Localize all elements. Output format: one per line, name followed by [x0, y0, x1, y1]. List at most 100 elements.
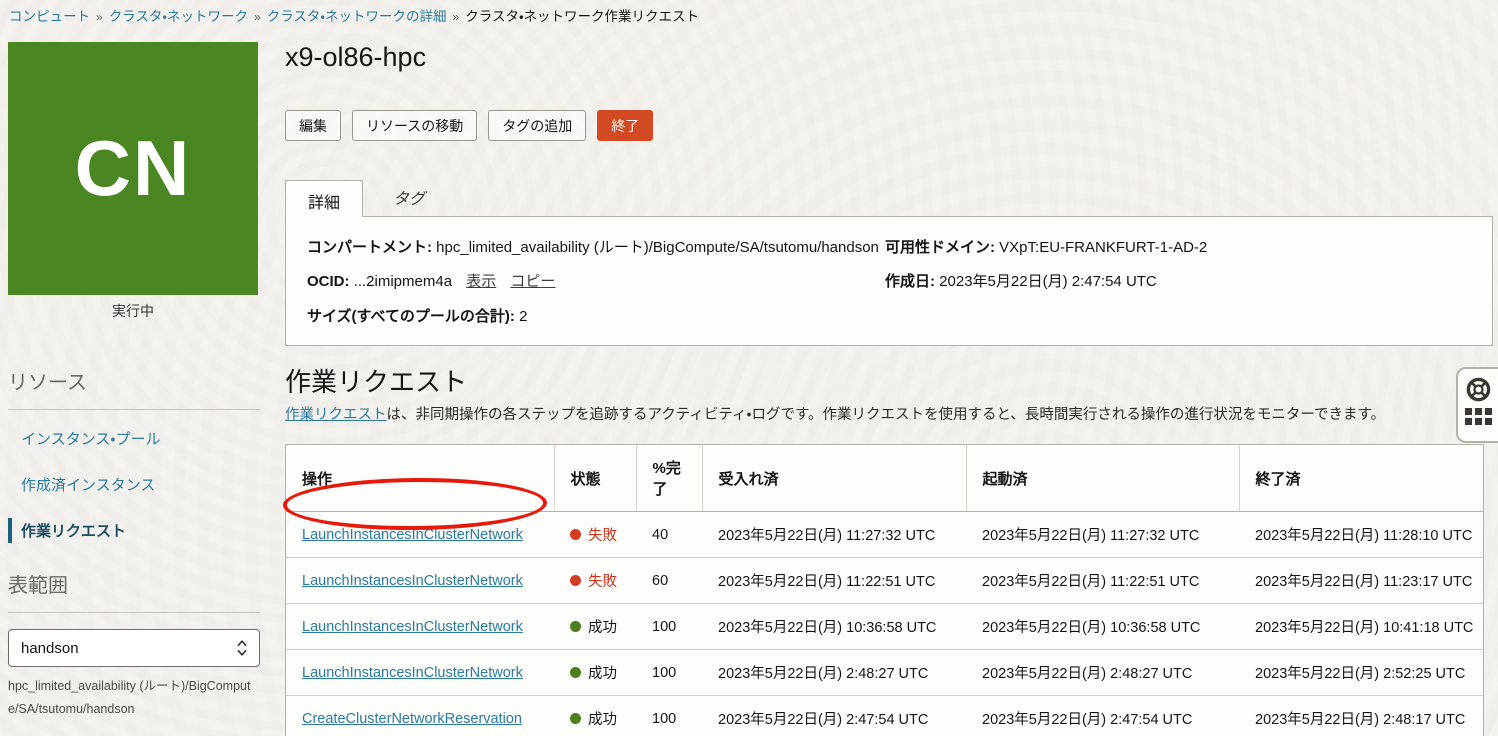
col-header-operation: 操作 [286, 445, 554, 512]
sidebar-item-work-requests[interactable]: 作業リクエスト [8, 518, 260, 543]
move-resource-button[interactable]: リソースの移動 [352, 110, 477, 141]
work-requests-tbody: LaunchInstancesInClusterNetwork失敗402023年… [286, 512, 1483, 736]
compartment-select-value: handson [21, 640, 235, 657]
operation-link[interactable]: LaunchInstancesInClusterNetwork [302, 619, 523, 635]
percent-complete-cell: 40 [636, 512, 702, 558]
ocid-show-link[interactable]: 表示 [466, 273, 496, 290]
breadcrumb: コンピュート » クラスタ・ネットワーク » クラスタ・ネットワークの詳細 » クラスタ・ネ… [9, 5, 699, 25]
sidebar-item-instance-pools[interactable]: インスタンス・プール [8, 426, 260, 451]
table-row: LaunchInstancesInClusterNetwork失敗602023年… [286, 558, 1483, 604]
help-widget-button[interactable] [1456, 367, 1498, 443]
ocid-label: OCID: [307, 273, 350, 290]
table-row: CreateClusterNetworkReservation成功1002023… [286, 696, 1483, 736]
availability-domain-field: 可用性ドメイン: VXpT:EU-FRANKFURT-1-AD-2 [885, 238, 1463, 258]
status-text: 成功 [588, 662, 617, 683]
table-row: LaunchInstancesInClusterNetwork失敗402023年… [286, 512, 1483, 558]
finished-time-cell: 2023年5月22日(月) 10:41:18 UTC [1239, 604, 1483, 650]
col-header-accepted: 受入れ済 [702, 445, 966, 512]
accepted-time-cell: 2023年5月22日(月) 2:48:27 UTC [702, 650, 966, 696]
life-ring-help-icon [1465, 376, 1492, 403]
divider [8, 612, 260, 613]
ocid-field: OCID: ...2imipmem4a 表示 コピー [307, 272, 885, 292]
status-dot-icon [570, 667, 581, 678]
work-requests-doc-link[interactable]: 作業リクエスト [285, 407, 387, 423]
status-badge: 成功 [570, 708, 626, 729]
compartment-value: hpc_limited_availability (ルート)/BigComput… [436, 239, 879, 256]
created-field: 作成日: 2023年5月22日(月) 2:47:54 UTC [885, 272, 1463, 292]
operation-link[interactable]: CreateClusterNetworkReservation [302, 711, 522, 727]
availability-domain-label: 可用性ドメイン: [885, 239, 995, 256]
ocid-copy-link[interactable]: コピー [510, 273, 555, 290]
resource-initials: CN [75, 123, 192, 214]
up-down-chevrons-icon [235, 638, 249, 658]
finished-time-cell: 2023年5月22日(月) 2:48:17 UTC [1239, 696, 1483, 736]
percent-complete-cell: 100 [636, 604, 702, 650]
breadcrumb-separator: » [254, 10, 261, 24]
status-text: 成功 [588, 616, 617, 637]
finished-time-cell: 2023年5月22日(月) 2:52:25 UTC [1239, 650, 1483, 696]
accepted-time-cell: 2023年5月22日(月) 2:47:54 UTC [702, 696, 966, 736]
breadcrumb-separator: » [96, 10, 103, 24]
started-time-cell: 2023年5月22日(月) 2:47:54 UTC [966, 696, 1239, 736]
breadcrumb-separator: » [453, 10, 460, 24]
operation-link[interactable]: LaunchInstancesInClusterNetwork [302, 527, 523, 543]
work-requests-heading: 作業リクエスト [285, 362, 467, 399]
col-header-status: 状態 [554, 445, 636, 512]
status-badge: 成功 [570, 616, 626, 637]
work-requests-description-text: は、非同期操作の各ステップを追跡するアクティビティ・ログです。作業リクエストを使… [387, 407, 1386, 423]
resource-avatar: CN [8, 42, 258, 295]
sidebar-scope-heading: 表範囲 [8, 569, 260, 598]
ocid-value: ...2imipmem4a [354, 273, 452, 290]
edit-button[interactable]: 編集 [285, 110, 341, 141]
finished-time-cell: 2023年5月22日(月) 11:23:17 UTC [1239, 558, 1483, 604]
status-dot-icon [570, 713, 581, 724]
action-buttons: 編集 リソースの移動 タグの追加 終了 [285, 110, 653, 141]
page-title: x9-ol86-hpc [285, 42, 1494, 73]
breadcrumb-compute[interactable]: コンピュート [9, 9, 90, 24]
availability-domain-value: VXpT:EU-FRANKFURT-1-AD-2 [999, 239, 1207, 256]
terminate-button[interactable]: 終了 [597, 110, 653, 141]
size-value: 2 [519, 308, 527, 325]
started-time-cell: 2023年5月22日(月) 10:36:58 UTC [966, 604, 1239, 650]
col-header-finished: 終了済 [1239, 445, 1483, 512]
breadcrumb-cluster-networks[interactable]: クラスタ・ネットワーク [109, 9, 248, 24]
status-text: 失敗 [588, 570, 617, 591]
started-time-cell: 2023年5月22日(月) 2:48:27 UTC [966, 650, 1239, 696]
status-dot-icon [570, 575, 581, 586]
sidebar-item-created-instances[interactable]: 作成済インスタンス [8, 472, 260, 497]
accepted-time-cell: 2023年5月22日(月) 11:22:51 UTC [702, 558, 966, 604]
col-header-percent: %完了 [636, 445, 702, 512]
compartment-label: コンパートメント: [307, 239, 432, 256]
accepted-time-cell: 2023年5月22日(月) 11:27:32 UTC [702, 512, 966, 558]
status-dot-icon [570, 621, 581, 632]
percent-complete-cell: 100 [636, 650, 702, 696]
grid-dots-icon [1465, 408, 1492, 425]
size-field: サイズ(すべてのプールの合計): 2 [307, 307, 885, 327]
sidebar-resources-heading: リソース [8, 366, 260, 395]
status-badge: 失敗 [570, 570, 626, 591]
tab-details[interactable]: 詳細 [285, 180, 363, 217]
breadcrumb-cluster-network-details[interactable]: クラスタ・ネットワークの詳細 [267, 9, 447, 24]
compartment-select[interactable]: handson [8, 629, 260, 667]
percent-complete-cell: 60 [636, 558, 702, 604]
created-label: 作成日: [885, 273, 935, 290]
percent-complete-cell: 100 [636, 696, 702, 736]
status-dot-icon [570, 529, 581, 540]
finished-time-cell: 2023年5月22日(月) 11:28:10 UTC [1239, 512, 1483, 558]
compartment-field: コンパートメント: hpc_limited_availability (ルート)… [307, 238, 885, 258]
started-time-cell: 2023年5月22日(月) 11:27:32 UTC [966, 512, 1239, 558]
col-header-started: 起動済 [966, 445, 1239, 512]
status-badge: 成功 [570, 662, 626, 683]
started-time-cell: 2023年5月22日(月) 11:22:51 UTC [966, 558, 1239, 604]
status-text: 成功 [588, 708, 617, 729]
size-label: サイズ(すべてのプールの合計): [307, 308, 515, 325]
table-row: LaunchInstancesInClusterNetwork 成功 100 2023… [286, 604, 1483, 650]
work-requests-description: 作業リクエストは、非同期操作の各ステップを追跡するアクティビティ・ログです。作業… [285, 403, 1445, 424]
details-panel: コンパートメント: hpc_limited_availability (ルート)… [285, 216, 1493, 346]
operation-link[interactable]: LaunchInstancesInClusterNetwork [302, 665, 523, 681]
tab-tags[interactable]: タグ [371, 177, 447, 217]
breadcrumb-current-page: クラスタ・ネットワーク作業リクエスト [465, 9, 699, 24]
add-tags-button[interactable]: タグの追加 [488, 110, 586, 141]
operation-link[interactable]: LaunchInstancesInClusterNetwork [302, 573, 523, 589]
resource-status-label: 実行中 [8, 301, 258, 321]
